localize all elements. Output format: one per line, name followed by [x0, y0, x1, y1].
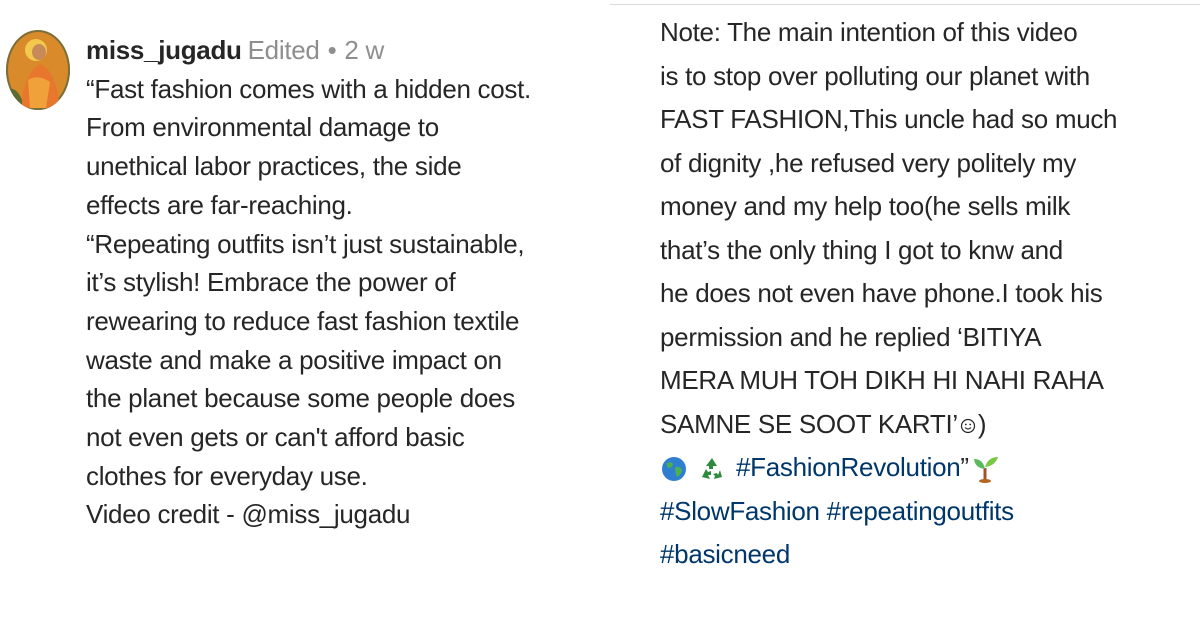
hashtag-fashion-revolution[interactable]: #FashionRevolution	[736, 452, 961, 482]
comment-line: it’s stylish! Embrace the power of	[86, 267, 456, 298]
comment-line: effects are far-reaching.	[86, 189, 353, 220]
video-credit: Video credit - @miss_jugadu	[86, 495, 586, 534]
video-credit-label: Video credit -	[86, 499, 242, 530]
caption-line: FAST FASHION,This uncle had so much	[660, 104, 1118, 134]
comment-line: rewearing to reduce fast fashion textile	[86, 305, 520, 336]
globe-icon	[662, 457, 686, 482]
quote-mark: ”	[960, 452, 969, 482]
hashtag-slow-fashion[interactable]: #SlowFashion	[660, 496, 820, 526]
comment: miss_jugadu Edited • 2 w “Fast fashion come…	[86, 31, 586, 534]
comment-line: unethical labor practices, the side	[86, 151, 462, 182]
comment-line: From environmental damage to	[86, 112, 439, 143]
comment-line: the planet because some people does	[86, 383, 515, 414]
caption-line: money and my help too(he sells milk	[660, 191, 1071, 221]
avatar[interactable]	[6, 30, 70, 110]
hashtag-basic-need[interactable]: #basicneed	[660, 539, 790, 569]
comment-line: “Fast fashion comes with a hidden cost.	[86, 73, 531, 104]
caption-line: MERA MUH TOH DIKH HI NAHI RAHA	[660, 365, 1104, 395]
caption-line: permission and he replied ‘BITIYA	[660, 321, 1042, 352]
edited-label: Edited	[247, 35, 320, 65]
caption-line-last: SAMNE SE SOOT KARTI’)	[660, 403, 1190, 447]
comment-header: miss_jugadu Edited • 2 w	[86, 31, 586, 70]
comment-line: clothes for everyday use.	[86, 460, 368, 491]
caption-line: of dignity ,he refused very politely my	[660, 147, 1077, 178]
comment-line: waste and make a positive impact on	[86, 344, 502, 375]
smile-icon	[960, 418, 975, 433]
caption-text: SAMNE SE SOOT KARTI’	[660, 408, 958, 439]
comment-username[interactable]: miss_jugadu	[86, 35, 242, 65]
caption-line: that’s the only thing I got to knw and	[660, 234, 1063, 265]
hashtag-repeating-outfits[interactable]: #repeatingoutfits	[827, 496, 1014, 526]
caption-line: Note: The main intention of this video	[660, 17, 1078, 47]
comment-time[interactable]: 2 w	[344, 35, 384, 65]
comment-panel: miss_jugadu Edited • 2 w “Fast fashion come…	[0, 0, 598, 628]
meta-separator: •	[327, 35, 337, 65]
avatar-image	[6, 30, 70, 110]
divider	[610, 4, 1200, 5]
caption-line: is to stop over polluting our planet wit…	[660, 60, 1090, 91]
video-credit-handle[interactable]: @miss_jugadu	[241, 499, 410, 529]
caption-text-suffix: )	[977, 408, 987, 439]
comment-line: not even gets or can't afford basic	[86, 422, 465, 453]
hashtag-line: #SlowFashion #repeatingoutfits	[660, 490, 1190, 534]
hashtag-line: #basicneed	[660, 533, 1190, 577]
caption-line: he does not even have phone.I took his	[660, 278, 1103, 308]
seedling-icon	[973, 457, 998, 484]
post-caption: Note: The main intention of this video i…	[660, 11, 1190, 577]
comment-line: “Repeating outfits isn’t just sustainabl…	[86, 228, 525, 259]
emoji-hashtag-line: #FashionRevolution”	[660, 446, 1190, 490]
recycle-icon	[699, 456, 725, 483]
